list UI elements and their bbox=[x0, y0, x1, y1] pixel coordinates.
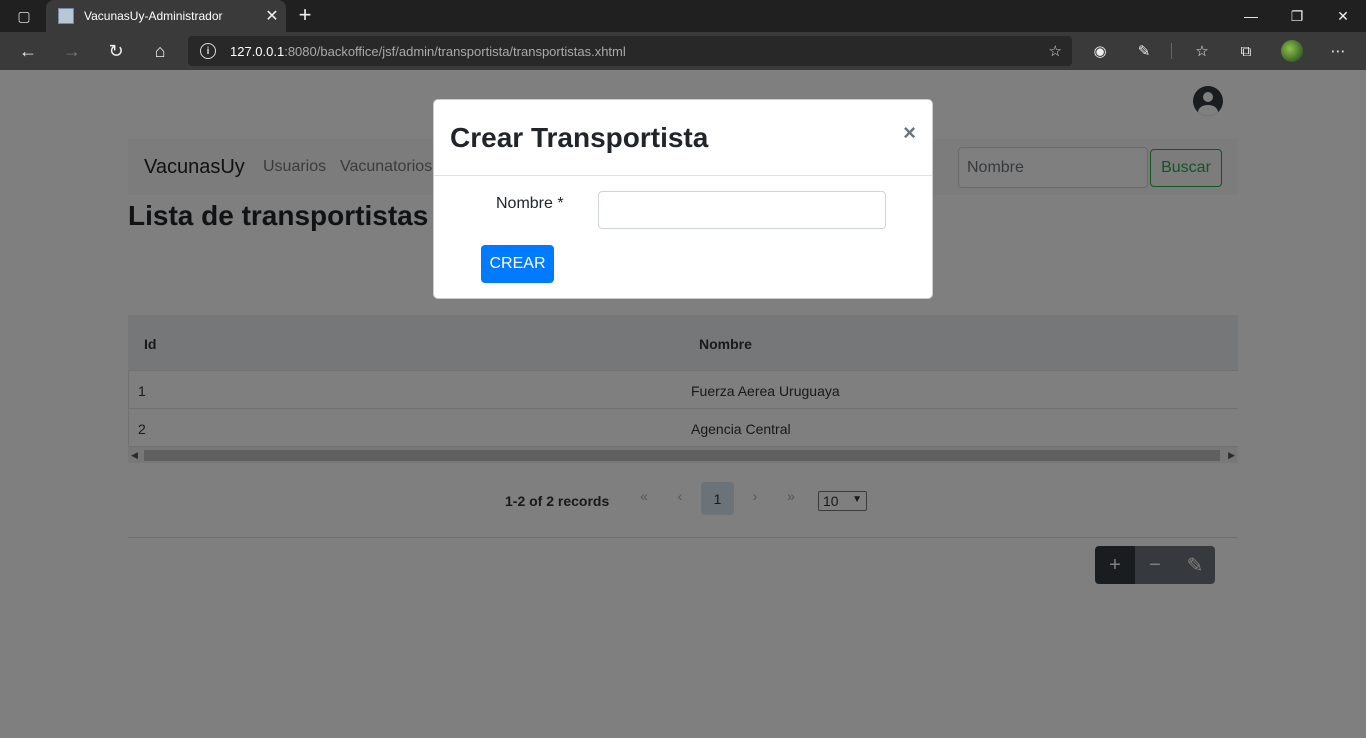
site-favicon-icon bbox=[58, 8, 74, 24]
modal-title: Crear Transportista bbox=[450, 122, 709, 153]
tab-title: VacunasUy-Administrador bbox=[84, 9, 223, 23]
back-icon[interactable]: ← bbox=[12, 36, 44, 66]
nombre-label: Nombre * bbox=[496, 195, 564, 212]
crear-button[interactable]: CREAR bbox=[481, 245, 554, 283]
extension-color-icon[interactable]: ✎ bbox=[1128, 36, 1160, 66]
toolbar-separator bbox=[1171, 43, 1172, 59]
profile-avatar-icon[interactable] bbox=[1276, 36, 1308, 66]
address-bar[interactable]: i 127.0.0.1 :8080/backoffice/jsf/admin/t… bbox=[188, 36, 1072, 66]
create-transportista-modal: Crear Transportista × Nombre * CREAR bbox=[433, 99, 933, 299]
collections-icon[interactable]: ⧉ bbox=[1230, 36, 1262, 66]
url-path: :8080/backoffice/jsf/admin/transportista… bbox=[284, 43, 626, 59]
browser-tab[interactable]: VacunasUy-Administrador ✕ bbox=[46, 0, 286, 32]
browser-titlebar: ▢ VacunasUy-Administrador ✕ + — ❐ ✕ bbox=[0, 0, 1366, 32]
refresh-icon[interactable]: ↻ bbox=[100, 36, 132, 66]
tab-actions-icon[interactable]: ▢ bbox=[10, 6, 38, 26]
favorites-icon[interactable]: ☆ bbox=[1186, 36, 1218, 66]
site-info-icon[interactable]: i bbox=[200, 43, 216, 59]
url-host: 127.0.0.1 bbox=[230, 43, 285, 59]
new-tab-icon[interactable]: + bbox=[292, 3, 318, 29]
window-close-icon[interactable]: ✕ bbox=[1320, 0, 1366, 32]
home-icon[interactable]: ⌂ bbox=[144, 36, 176, 66]
nombre-input[interactable] bbox=[598, 191, 886, 229]
forward-icon[interactable]: → bbox=[56, 36, 88, 66]
browser-toolbar: ← → ↻ ⌂ i 127.0.0.1 :8080/backoffice/jsf… bbox=[0, 32, 1366, 70]
tab-close-icon[interactable]: ✕ bbox=[258, 6, 286, 26]
modal-header: Crear Transportista × bbox=[434, 100, 932, 176]
minimize-icon[interactable]: — bbox=[1228, 0, 1274, 32]
extension-icon[interactable]: ◉ bbox=[1084, 36, 1116, 66]
close-icon[interactable]: × bbox=[903, 120, 916, 146]
more-menu-icon[interactable]: ⋯ bbox=[1322, 36, 1354, 66]
add-favorite-icon[interactable]: ☆ bbox=[1049, 42, 1062, 60]
restore-icon[interactable]: ❐ bbox=[1274, 0, 1320, 32]
